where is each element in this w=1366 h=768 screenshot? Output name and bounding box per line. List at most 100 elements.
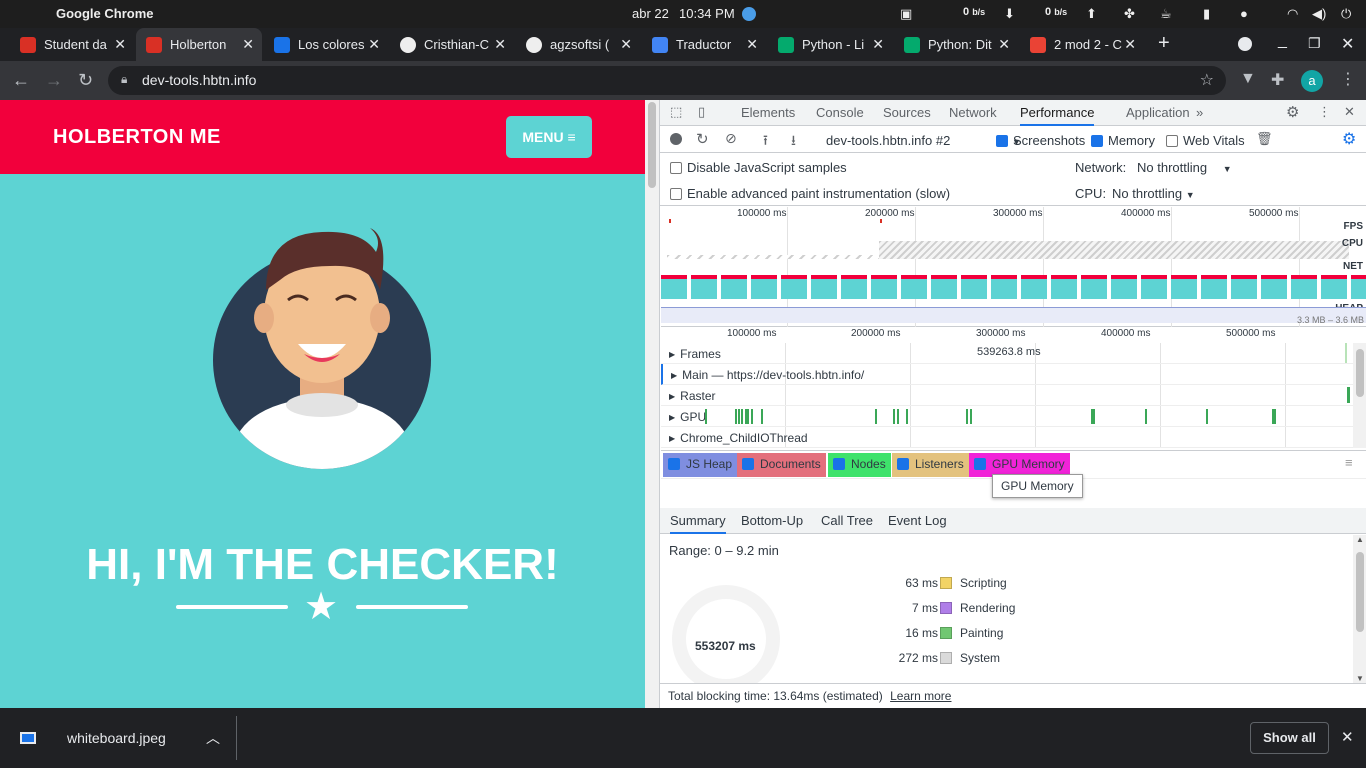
download-file-name[interactable]: whiteboard.jpeg: [67, 730, 166, 746]
bookmark-star-icon[interactable]: ☆: [1200, 70, 1214, 90]
omnibox[interactable]: 🔒︎ dev-tools.hbtn.info ☆: [108, 66, 1226, 95]
close-icon[interactable]: ✕: [746, 36, 758, 53]
new-tab-icon[interactable]: +: [1158, 32, 1170, 55]
summary-scrollbar[interactable]: ▲ ▼: [1353, 535, 1366, 683]
checkbox-checked[interactable]: [974, 458, 986, 470]
track-child-io[interactable]: Chrome_ChildIOThread: [661, 427, 1353, 448]
track-label[interactable]: Raster: [669, 389, 715, 403]
capture-settings-gear-icon[interactable]: ⚙: [1342, 129, 1356, 149]
screenshot-thumbnail[interactable]: [1111, 275, 1137, 299]
reload-record-icon[interactable]: ↻: [696, 130, 709, 148]
scrollbar-thumb[interactable]: [648, 102, 656, 188]
close-icon[interactable]: ✕: [114, 36, 126, 53]
screenshot-thumbnail[interactable]: [1141, 275, 1167, 299]
inspect-element-icon[interactable]: ⬚: [670, 104, 682, 120]
minimize-icon[interactable]: _: [1278, 32, 1287, 50]
back-icon[interactable]: ←: [12, 70, 30, 90]
screenshot-thumbnail[interactable]: [961, 275, 987, 299]
cpu-throttle-select[interactable]: No throttling ▼: [1112, 186, 1195, 201]
checkbox-checked[interactable]: [668, 458, 680, 470]
timeline-tracks[interactable]: Frames 539263.8 ms Main — https://dev-to…: [661, 343, 1353, 448]
record-icon[interactable]: [670, 133, 682, 145]
screenshot-thumbnail[interactable]: [1201, 275, 1227, 299]
screenshot-thumbnail[interactable]: [1231, 275, 1257, 299]
forward-icon[interactable]: →: [45, 70, 63, 90]
extensions-puzzle-icon[interactable]: ✚: [1271, 70, 1284, 90]
screenshot-thumbnail[interactable]: [1051, 275, 1077, 299]
menu-button[interactable]: MENU ≡: [506, 116, 592, 158]
tab-search-icon[interactable]: [1238, 37, 1252, 51]
screenshot-thumbnail[interactable]: [841, 275, 867, 299]
close-icon[interactable]: ✕: [1124, 36, 1136, 53]
screenshots-checkbox[interactable]: Screenshots: [996, 133, 1085, 148]
screenshot-thumbnail[interactable]: [871, 275, 897, 299]
counter-listeners[interactable]: Listeners: [892, 453, 969, 477]
tab-application[interactable]: Application: [1126, 105, 1190, 120]
close-icon[interactable]: ✕: [872, 36, 884, 53]
app-name[interactable]: Google Chrome: [56, 6, 154, 21]
trash-icon[interactable]: 🗑︎: [1256, 131, 1273, 147]
power-icon[interactable]: ⏻: [1341, 6, 1351, 22]
bottle-icon[interactable]: ▮: [1203, 6, 1210, 22]
checkbox-unchecked[interactable]: [670, 188, 682, 200]
screenshot-thumbnail[interactable]: [991, 275, 1017, 299]
screenshot-thumbnail[interactable]: [1171, 275, 1197, 299]
scroll-down-icon[interactable]: ▼: [1356, 674, 1364, 683]
counter-nodes[interactable]: Nodes: [828, 453, 891, 477]
tab-call-tree[interactable]: Call Tree: [821, 513, 873, 528]
screenshot-thumbnail[interactable]: [1321, 275, 1347, 299]
checkbox-unchecked[interactable]: [1166, 135, 1178, 147]
more-options-icon[interactable]: ⋮: [1318, 104, 1331, 120]
screenshot-thumbnail[interactable]: [781, 275, 807, 299]
page-scrollbar[interactable]: [645, 100, 659, 708]
screenshot-thumbnail[interactable]: [811, 275, 837, 299]
tab[interactable]: Traductor ✕: [642, 28, 766, 61]
coffee-icon[interactable]: ☕: [1160, 6, 1172, 22]
counter-js-heap[interactable]: JS Heap: [663, 453, 738, 477]
screenshot-thumbnail[interactable]: [1351, 275, 1366, 299]
tab-summary[interactable]: Summary: [670, 513, 726, 534]
lock-icon[interactable]: 🔒︎: [121, 72, 127, 87]
device-toolbar-icon[interactable]: ▯: [698, 104, 705, 120]
close-icon[interactable]: ✕: [242, 36, 254, 53]
checkbox-checked[interactable]: [742, 458, 754, 470]
track-frames[interactable]: Frames 539263.8 ms: [661, 343, 1353, 364]
avatar[interactable]: a: [1301, 70, 1323, 92]
checkbox-checked[interactable]: [1091, 135, 1103, 147]
chevron-up-icon[interactable]: ︿: [206, 728, 220, 748]
screenshot-thumbnail[interactable]: [1291, 275, 1317, 299]
tab[interactable]: agzsoftsi ( ✕: [516, 28, 640, 61]
close-icon[interactable]: ✕: [998, 36, 1010, 53]
load-profile-icon[interactable]: ⭱: [763, 130, 768, 154]
paint-instrumentation-checkbox[interactable]: Enable advanced paint instrumentation (s…: [670, 186, 950, 201]
track-label[interactable]: GPU: [669, 410, 706, 424]
checkbox-unchecked[interactable]: [670, 162, 682, 174]
tab-performance[interactable]: Performance: [1020, 105, 1095, 126]
track-main[interactable]: Main — https://dev-tools.hbtn.info/: [661, 364, 1353, 385]
more-tabs-icon[interactable]: »: [1196, 105, 1203, 120]
close-icon[interactable]: ✕: [620, 36, 632, 53]
screenshot-thumbnail[interactable]: [1021, 275, 1047, 299]
track-label[interactable]: Chrome_ChildIOThread: [669, 431, 807, 445]
web-vitals-checkbox[interactable]: Web Vitals: [1166, 133, 1245, 148]
checkbox-checked[interactable]: [897, 458, 909, 470]
memory-checkbox[interactable]: Memory: [1091, 133, 1155, 148]
checkbox-checked[interactable]: [996, 135, 1008, 147]
tab[interactable]: 2 mod 2 - C ✕: [1020, 28, 1144, 61]
close-icon[interactable]: ✕: [368, 36, 380, 53]
settings-gear-icon[interactable]: ⚙: [1286, 103, 1299, 121]
screenshot-thumbnail[interactable]: [1261, 275, 1287, 299]
tracks-scrollbar[interactable]: [1353, 343, 1366, 448]
volume-icon[interactable]: ◀): [1312, 6, 1326, 22]
tab-console[interactable]: Console: [816, 105, 864, 120]
close-icon[interactable]: ✕: [494, 36, 506, 53]
screenshot-thumbnail[interactable]: [931, 275, 957, 299]
tab-active[interactable]: Holberton ✕: [136, 28, 262, 61]
screenshot-thumbnail[interactable]: [721, 275, 747, 299]
show-all-button[interactable]: Show all: [1250, 722, 1329, 754]
tab-elements[interactable]: Elements: [741, 105, 795, 120]
checkbox-checked[interactable]: [833, 458, 845, 470]
wifi-icon[interactable]: ◠: [1287, 6, 1298, 22]
close-window-icon[interactable]: ✕: [1341, 34, 1354, 54]
tab[interactable]: Python - Li ✕: [768, 28, 892, 61]
